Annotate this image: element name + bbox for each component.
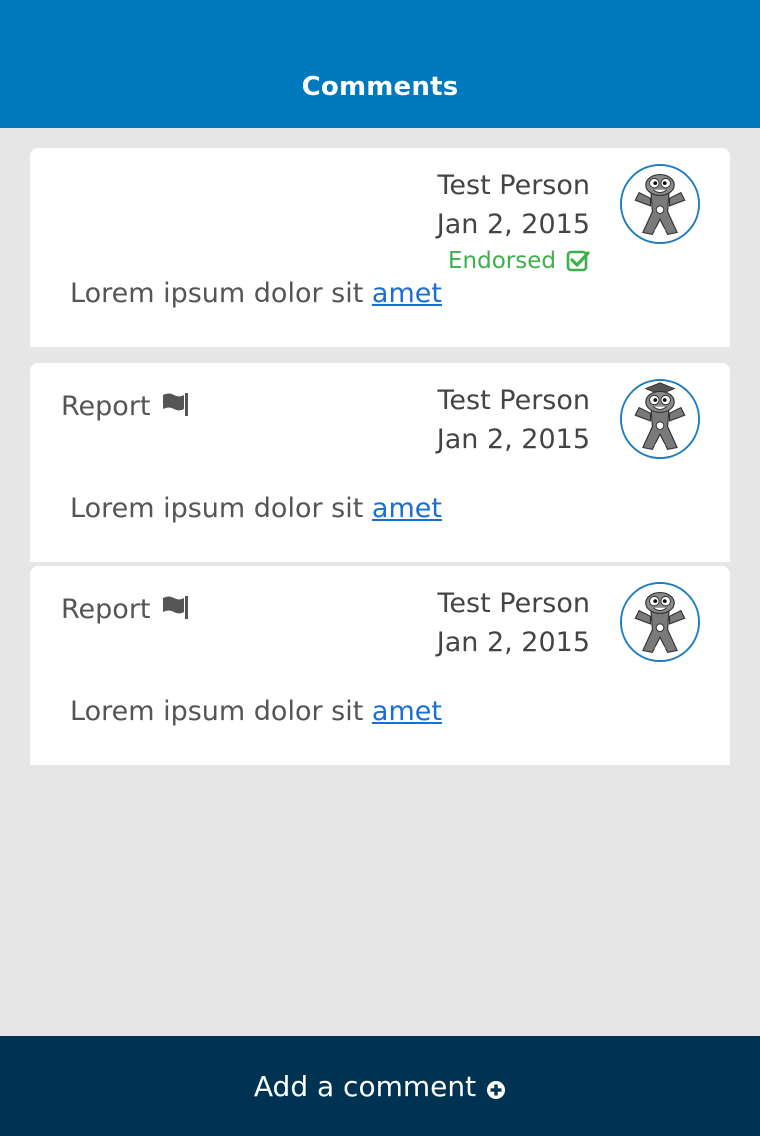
add-comment-button[interactable]: Add a comment [0,1036,760,1136]
comment-meta: Test Person Jan 2, 2015 [437,166,590,244]
comment-link[interactable]: amet [372,278,442,309]
comment-date: Jan 2, 2015 [436,627,590,658]
avatar [620,164,700,244]
report-label: Report [61,594,151,625]
comment-text: Lorem ipsum dolor sit amet [70,278,442,309]
author-name: Test Person [437,588,590,619]
comment-date: Jan 2, 2015 [436,209,590,240]
endorsed-badge: Endorsed [448,248,590,274]
comment-card: Report Test Person Jan 2, 2015 Lorem ips… [30,363,730,562]
add-comment-label: Add a comment [253,1069,477,1103]
report-button[interactable]: Report [61,594,189,625]
comment-text: Lorem ipsum dolor sit amet [70,493,442,524]
author-name: Test Person [437,170,590,201]
plus-circle-icon [486,1074,506,1099]
comment-meta: Test Person Jan 2, 2015 [437,584,590,662]
comment-text: Lorem ipsum dolor sit amet [70,696,442,727]
flag-icon [161,392,189,416]
avatar [620,379,700,459]
avatar [620,582,700,662]
comment-body: Lorem ipsum dolor sit [70,493,372,524]
comment-body: Lorem ipsum dolor sit [70,696,372,727]
app-header: Comments [0,0,760,128]
page-title: Comments [301,72,459,102]
report-button[interactable]: Report [61,391,189,422]
check-square-icon [566,249,590,273]
comment-link[interactable]: amet [372,493,442,524]
report-label: Report [61,391,151,422]
comment-link[interactable]: amet [372,696,442,727]
comment-date: Jan 2, 2015 [436,424,590,455]
comment-meta: Test Person Jan 2, 2015 [437,381,590,459]
flag-icon [161,595,189,619]
comment-body: Lorem ipsum dolor sit [70,278,372,309]
comment-card: Test Person Jan 2, 2015 Endorsed Lorem i… [30,148,730,347]
author-name: Test Person [437,385,590,416]
endorsed-label: Endorsed [448,248,556,274]
comment-card: Report Test Person Jan 2, 2015 Lorem ips… [30,566,730,765]
